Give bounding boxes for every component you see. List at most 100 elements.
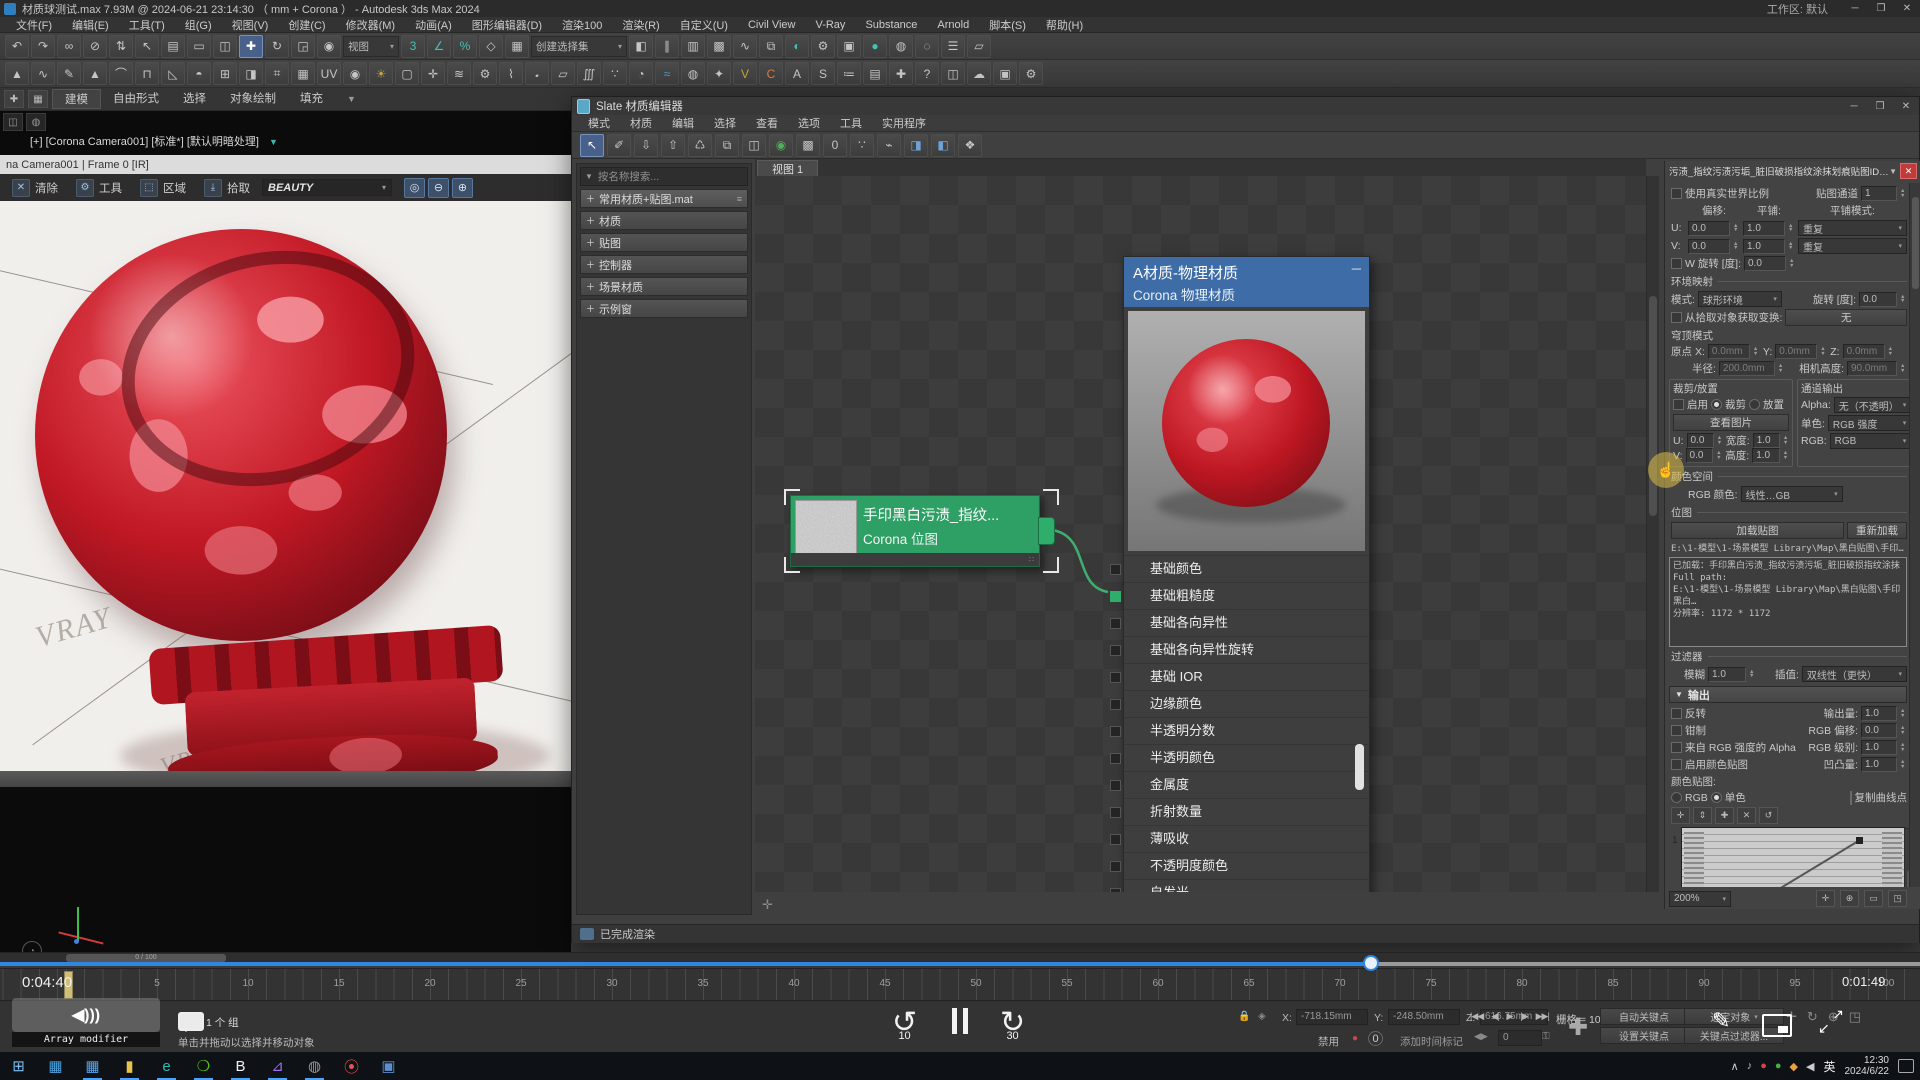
menu-工具(T)[interactable]: 工具(T) [119,17,175,33]
node-scrollbar-thumb[interactable] [1355,744,1364,790]
assign-material-icon[interactable]: ⇩ [634,134,658,157]
slot-connector[interactable] [1110,645,1121,656]
modeling-icon[interactable]: ▲ [5,62,29,85]
slot-connector[interactable] [1110,834,1121,845]
boolean-icon[interactable]: ◓ [187,62,211,85]
ribbon-min-icon[interactable]: ✚ [4,90,24,108]
slot-connector[interactable] [1110,780,1121,791]
pip-icon[interactable] [1762,1014,1792,1037]
slot-半透明颜色[interactable]: 半透明颜色 [1124,744,1369,771]
ime-indicator[interactable]: 英 [1823,1058,1835,1075]
show-grid-icon[interactable]: ∵ [850,134,874,157]
slate-menu-选项[interactable]: 选项 [788,115,830,131]
scene-explorer-icon[interactable]: ☰ [941,35,965,58]
zero-icon[interactable]: 0 [823,134,847,157]
u-tile-field[interactable]: 1.0 [1743,221,1785,236]
pivot-center-icon[interactable]: ◉ [317,35,341,58]
load-bitmap-button[interactable]: 加载贴图 [1671,522,1844,539]
system-icon[interactable]: ⚙ [473,62,497,85]
node-view-canvas[interactable]: 手印黑白污渍_指纹... Corona 位图 ∷ A材质-物理材质 Corona… [755,176,1646,892]
extrude-icon[interactable]: ⊓ [135,62,159,85]
zoom-tool-icon[interactable]: ⊕ [1840,890,1859,907]
resize-grip-icon[interactable]: ∷ [1029,555,1036,564]
layout-direction-icon[interactable]: ◧ [931,134,955,157]
vfb-pick-button[interactable]: ⤓拾取 [198,177,256,199]
time-slider-handle[interactable]: 0 / 100 [66,954,226,962]
crop-enable-checkbox[interactable] [1673,399,1684,410]
vfb-region-button[interactable]: ⬚区域 [134,177,192,199]
minimize-button[interactable]: ─ [1842,1,1868,16]
snap-3d-icon[interactable]: 3 [401,35,425,58]
camera-height-field[interactable]: 90.0mm [1847,361,1897,376]
crop-height-field[interactable]: 1.0 [1752,448,1780,463]
bump-amount-field[interactable]: 1.0 [1861,757,1897,772]
delete-node-icon[interactable]: ♺ [688,134,712,157]
menu-自定义(U)[interactable]: 自定义(U) [670,17,738,33]
slate-menu-材质[interactable]: 材质 [620,115,662,131]
real-world-checkbox[interactable] [1671,188,1682,199]
zoom-out-icon[interactable]: ⊖ [428,178,449,198]
spinner-snap-icon[interactable]: ◇ [479,35,503,58]
cloth-icon[interactable]: ▱ [551,62,575,85]
ribbon-tab-对象绘制[interactable]: 对象绘制 [218,89,288,109]
slot-自发光[interactable]: 自发光 [1124,879,1369,892]
curve-editor-icon[interactable]: ∿ [733,35,757,58]
browser-group-控制器[interactable]: ＋控制器 [580,255,748,274]
vfb-clear-button[interactable]: ✕清除 [6,177,64,199]
app-browser[interactable]: ◍ [296,1052,333,1080]
key-icon[interactable]: ⚿ [1542,1031,1550,1042]
region-crossing-icon[interactable]: ◫ [213,35,237,58]
delete-point-icon[interactable]: ✕ [1737,807,1756,824]
bind-spacewarp-icon[interactable]: ⇅ [109,35,133,58]
zoom-in-icon[interactable]: ⊕ [452,178,473,198]
object-paint-icon[interactable]: ✎ [57,62,81,85]
rendered-frame-icon[interactable]: ▣ [837,35,861,58]
vfb-tools-button[interactable]: ⚙工具 [70,177,128,199]
close-button[interactable]: ✕ [1894,1,1920,16]
connector-style-icon[interactable]: ⌁ [877,134,901,157]
connection-wire[interactable] [1052,530,1108,592]
help-icon[interactable]: ? [915,62,939,85]
uvw-icon[interactable]: UV [317,62,341,85]
app-3dsmax[interactable]: ▣ [370,1052,407,1080]
physx-icon[interactable]: ◔ [629,62,653,85]
notification-icon[interactable] [1898,1059,1914,1073]
slot-connector[interactable] [1110,861,1121,872]
ribbon-collapse-icon[interactable]: ▼ [347,94,356,104]
enable-colormap-checkbox[interactable] [1671,759,1682,770]
env-rotate-field[interactable]: 0.0 [1859,292,1897,307]
move-point-icon[interactable]: ✛ [1671,807,1690,824]
fullscreen-icon[interactable]: ↗↙ [1818,1008,1844,1034]
percent-snap-icon[interactable]: % [453,35,477,58]
selection-set-dropdown[interactable]: 创建选择集▾ [531,36,627,57]
array-icon[interactable]: ⊞ [213,62,237,85]
slot-折射数量[interactable]: 折射数量 [1124,798,1369,825]
frame-step-icon[interactable]: ◀▶ [1474,1031,1488,1042]
show-background-icon[interactable]: ▩ [796,134,820,157]
viewport[interactable]: ◫ ◍ [+] [Corona Camera001] [标准*] [默认明暗处理… [0,111,571,958]
slot-不透明度颜色[interactable]: 不透明度颜色 [1124,852,1369,879]
panel-close-button[interactable]: ✕ [1900,163,1917,179]
v-tile-mode-dropdown[interactable]: 重复▾ [1798,238,1907,254]
canvas-vertical-scrollbar[interactable] [1646,176,1659,892]
slot-connector[interactable] [1110,564,1121,575]
origin-z-field[interactable]: 0.0mm [1843,344,1885,359]
slot-基础颜色[interactable]: 基础颜色 [1124,555,1369,582]
menu-Civil View[interactable]: Civil View [738,19,805,31]
zoom-extents2-icon[interactable]: ◳ [1888,890,1907,907]
v-offset-field[interactable]: 0.0 [1688,239,1730,254]
named-selection-icon[interactable]: ▦ [505,35,529,58]
link-icon[interactable]: ∞ [57,35,81,58]
map-channel-field[interactable]: 1 [1861,186,1897,201]
collapse-icon[interactable]: ─ [1352,261,1361,276]
chamfer-icon[interactable]: ◺ [161,62,185,85]
u-tile-mode-dropdown[interactable]: 重复▾ [1798,220,1907,236]
node-corona-bitmap[interactable]: 手印黑白污渍_指纹... Corona 位图 ∷ [790,495,1040,567]
volume-indicator[interactable]: ◀))) [12,998,160,1032]
colorspace-dropdown[interactable]: 线性…GB▾ [1741,486,1843,502]
scale-point-icon[interactable]: ⇕ [1693,807,1712,824]
interp-dropdown[interactable]: 双线性（更快）▾ [1802,666,1907,682]
layout-children-icon[interactable]: ◫ [742,134,766,157]
team-icon[interactable]: ◫ [941,62,965,85]
tray-chevron-icon[interactable]: ∧ [1731,1060,1739,1073]
